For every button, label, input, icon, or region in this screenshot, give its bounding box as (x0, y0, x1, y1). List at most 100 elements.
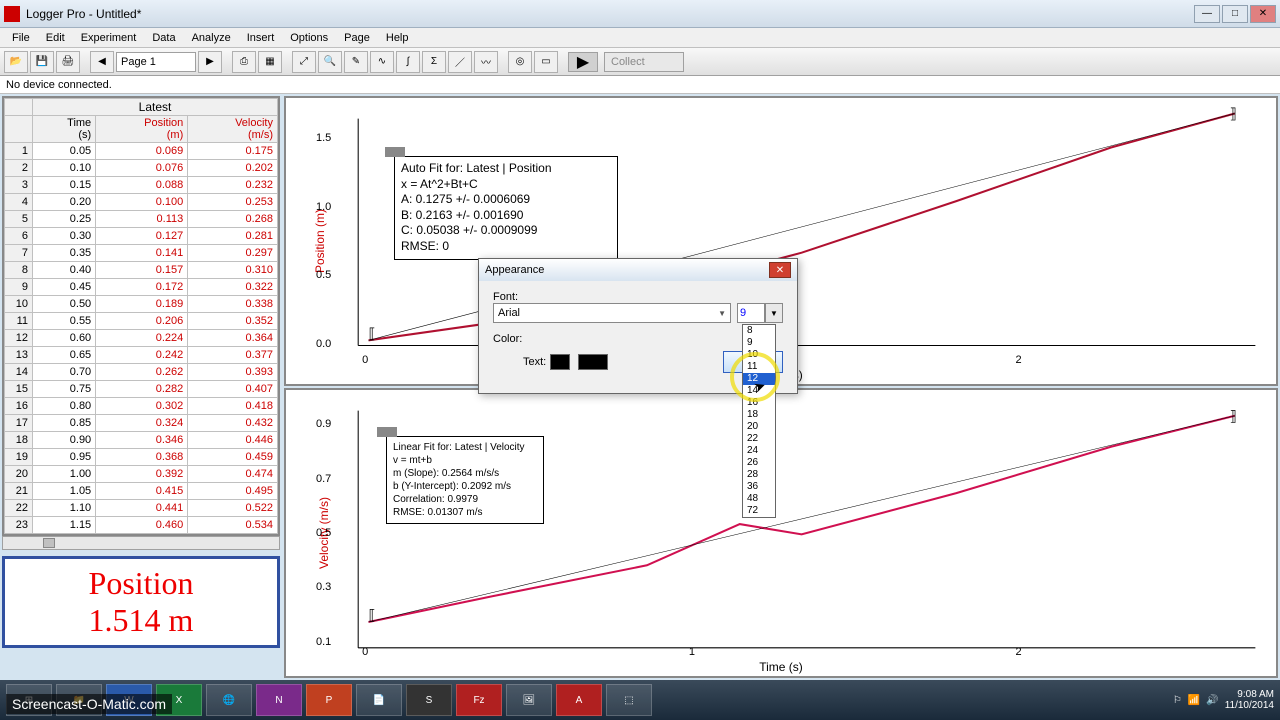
text-color-swatch[interactable] (550, 354, 570, 370)
minimize-button[interactable]: — (1194, 5, 1220, 23)
linefit-icon[interactable]: ／ (448, 51, 472, 73)
text-label: Text: (523, 356, 546, 368)
size-option[interactable]: 20 (743, 421, 775, 433)
size-option[interactable]: 14 (743, 385, 775, 397)
tray-network-icon[interactable]: 📶 (1188, 695, 1200, 706)
model-icon[interactable]: ◎ (508, 51, 532, 73)
table-row[interactable]: 201.000.3920.474 (5, 466, 278, 483)
integral-icon[interactable]: ∫ (396, 51, 420, 73)
device-icon[interactable]: ⎙ (232, 51, 256, 73)
fitbox-handle-icon[interactable] (385, 147, 405, 157)
text-color-dropdown[interactable] (578, 354, 608, 370)
examine-icon[interactable]: ✎ (344, 51, 368, 73)
table-row[interactable]: 70.350.1410.297 (5, 245, 278, 262)
size-option[interactable]: 16 (743, 397, 775, 409)
size-option[interactable]: 18 (743, 409, 775, 421)
size-option[interactable]: 24 (743, 445, 775, 457)
table-row[interactable]: 110.550.2060.352 (5, 313, 278, 330)
menu-insert[interactable]: Insert (239, 30, 283, 46)
velocity-fit-box[interactable]: Linear Fit for: Latest | Velocity v = mt… (386, 436, 544, 524)
onenote-icon[interactable]: N (256, 684, 302, 716)
size-option[interactable]: 26 (743, 457, 775, 469)
size-option[interactable]: 9 (743, 337, 775, 349)
autoscale-icon[interactable]: ⤢ (292, 51, 316, 73)
font-size-input[interactable]: 9 (737, 303, 765, 323)
table-row[interactable]: 30.150.0880.232 (5, 177, 278, 194)
table-row[interactable]: 80.400.1570.310 (5, 262, 278, 279)
table-row[interactable]: 221.100.4410.522 (5, 500, 278, 517)
draw-icon[interactable]: ▭ (534, 51, 558, 73)
tray-flag-icon[interactable]: ⚐ (1173, 695, 1182, 706)
collect-button[interactable]: Collect (604, 52, 684, 72)
size-option[interactable]: 28 (743, 469, 775, 481)
size-option[interactable]: 11 (743, 361, 775, 373)
pictures-icon[interactable]: 🖼 (506, 684, 552, 716)
table-row[interactable]: 90.450.1720.322 (5, 279, 278, 296)
table-row[interactable]: 20.100.0760.202 (5, 160, 278, 177)
table-row[interactable]: 150.750.2820.407 (5, 381, 278, 398)
notepad-icon[interactable]: 📄 (356, 684, 402, 716)
velocity-graph[interactable]: Velocity (m/s) ⟦ ⟧ 0.1 0.3 0.5 0.7 0.9 0… (284, 388, 1278, 678)
recorder-icon[interactable]: ⬚ (606, 684, 652, 716)
menu-help[interactable]: Help (378, 30, 417, 46)
size-option[interactable]: 12 (743, 373, 775, 385)
table-row[interactable]: 10.050.0690.175 (5, 143, 278, 160)
dialog-close-icon[interactable]: ✕ (769, 262, 791, 278)
open-icon[interactable]: 📂 (4, 51, 28, 73)
print-icon[interactable]: 🖨 (56, 51, 80, 73)
table-row[interactable]: 190.950.3680.459 (5, 449, 278, 466)
tangent-icon[interactable]: ∿ (370, 51, 394, 73)
page-selector[interactable]: Page 1 (116, 52, 196, 72)
size-option[interactable]: 8 (743, 325, 775, 337)
filezilla-icon[interactable]: Fz (456, 684, 502, 716)
save-icon[interactable]: 💾 (30, 51, 54, 73)
table-row[interactable]: 231.150.4600.534 (5, 517, 278, 534)
table-row[interactable]: 40.200.1000.253 (5, 194, 278, 211)
prev-page-icon[interactable]: ◀ (90, 51, 114, 73)
size-option[interactable]: 10 (743, 349, 775, 361)
table-row[interactable]: 211.050.4150.495 (5, 483, 278, 500)
live-meter[interactable]: Position 1.514 m (2, 556, 280, 648)
next-page-icon[interactable]: ▶ (198, 51, 222, 73)
zoom-icon[interactable]: 🔍 (318, 51, 342, 73)
close-button[interactable]: ✕ (1250, 5, 1276, 23)
tray-sound-icon[interactable]: 🔊 (1206, 695, 1218, 706)
table-row[interactable]: 130.650.2420.377 (5, 347, 278, 364)
menu-page[interactable]: Page (336, 30, 378, 46)
menu-edit[interactable]: Edit (38, 30, 73, 46)
table-row[interactable]: 100.500.1890.338 (5, 296, 278, 313)
table-row[interactable]: 140.700.2620.393 (5, 364, 278, 381)
table-scrollbar[interactable] (2, 536, 280, 550)
table-row[interactable]: 50.250.1130.268 (5, 211, 278, 228)
data-table[interactable]: Latest Time(s) Position(m) Velocity(m/s)… (2, 96, 280, 536)
collect-play-icon[interactable]: ▶ (568, 52, 598, 72)
chrome-icon[interactable]: 🌐 (206, 684, 252, 716)
table-row[interactable]: 60.300.1270.281 (5, 228, 278, 245)
table-row[interactable]: 180.900.3460.446 (5, 432, 278, 449)
maximize-button[interactable]: □ (1222, 5, 1248, 23)
curvefit-icon[interactable]: 〰 (474, 51, 498, 73)
table-row[interactable]: 170.850.3240.432 (5, 415, 278, 432)
font-size-dropdown-icon[interactable]: ▼ (765, 303, 783, 323)
acrobat-icon[interactable]: A (556, 684, 602, 716)
font-size-list[interactable]: 891011121416182022242628364872 (742, 324, 776, 518)
titlebar: Logger Pro - Untitled* — □ ✕ (0, 0, 1280, 28)
powerpoint-icon[interactable]: P (306, 684, 352, 716)
menu-file[interactable]: File (4, 30, 38, 46)
size-option[interactable]: 72 (743, 505, 775, 517)
fitbox-handle-icon[interactable] (377, 427, 397, 437)
size-option[interactable]: 22 (743, 433, 775, 445)
table-row[interactable]: 120.600.2240.364 (5, 330, 278, 347)
size-option[interactable]: 36 (743, 481, 775, 493)
menu-options[interactable]: Options (282, 30, 336, 46)
position-fit-box[interactable]: Auto Fit for: Latest | Position x = At^2… (394, 156, 618, 260)
menu-experiment[interactable]: Experiment (73, 30, 145, 46)
menu-analyze[interactable]: Analyze (184, 30, 239, 46)
font-dropdown[interactable]: Arial (493, 303, 731, 323)
menu-data[interactable]: Data (144, 30, 183, 46)
table-row[interactable]: 160.800.3020.418 (5, 398, 278, 415)
store-icon[interactable]: ▦ (258, 51, 282, 73)
size-option[interactable]: 48 (743, 493, 775, 505)
stats-icon[interactable]: Σ (422, 51, 446, 73)
som-icon[interactable]: S (406, 684, 452, 716)
